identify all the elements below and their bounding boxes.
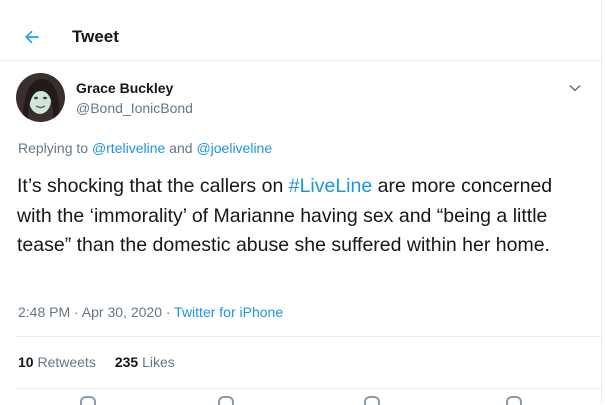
retweets-stat[interactable]: 10 Retweets: [18, 354, 96, 370]
retweets-count: 10: [18, 354, 34, 370]
share-icon[interactable]: [506, 396, 522, 405]
mention-joeliveline[interactable]: @joeliveline: [196, 140, 272, 156]
author-handle[interactable]: @Bond_IonicBond: [76, 100, 193, 116]
retweets-label: Retweets: [33, 354, 96, 370]
tweet-meta: 2:48 PM · Apr 30, 2020 · Twitter for iPh…: [18, 304, 283, 320]
likes-count: 235: [114, 354, 139, 370]
likes-label: Likes: [138, 354, 175, 370]
tweet-timestamp[interactable]: 2:48 PM · Apr 30, 2020 ·: [18, 304, 174, 320]
like-icon[interactable]: [364, 396, 380, 405]
divider: [16, 388, 601, 389]
mention-rteliveline[interactable]: @rteliveline: [92, 140, 165, 156]
divider: [16, 336, 601, 337]
tweet-stats: 10 Retweets 235 Likes: [18, 354, 194, 370]
retweet-icon[interactable]: [218, 396, 234, 405]
chevron-down-icon[interactable]: [567, 80, 583, 96]
back-arrow-icon[interactable]: [22, 27, 42, 47]
tweet-text-part-1: It’s shocking that the callers on: [17, 175, 289, 197]
tweet-source-link[interactable]: Twitter for iPhone: [174, 304, 283, 320]
author-name[interactable]: Grace Buckley: [76, 80, 173, 96]
replying-to: Replying to @rteliveline and @joelivelin…: [18, 140, 272, 156]
page-header: Tweet: [0, 14, 601, 61]
avatar[interactable]: [16, 73, 65, 122]
replying-and: and: [165, 140, 197, 156]
page-title: Tweet: [72, 27, 119, 46]
tweet-page: Tweet Grace Buckley @Bond_IonicBond Repl…: [0, 0, 602, 405]
replying-prefix: Replying to: [18, 140, 92, 156]
hashtag-link[interactable]: #LiveLine: [289, 175, 372, 197]
reply-icon[interactable]: [80, 396, 96, 405]
tweet-text: It’s shocking that the callers on #LiveL…: [17, 172, 577, 261]
likes-stat[interactable]: 235 Likes: [115, 354, 175, 370]
